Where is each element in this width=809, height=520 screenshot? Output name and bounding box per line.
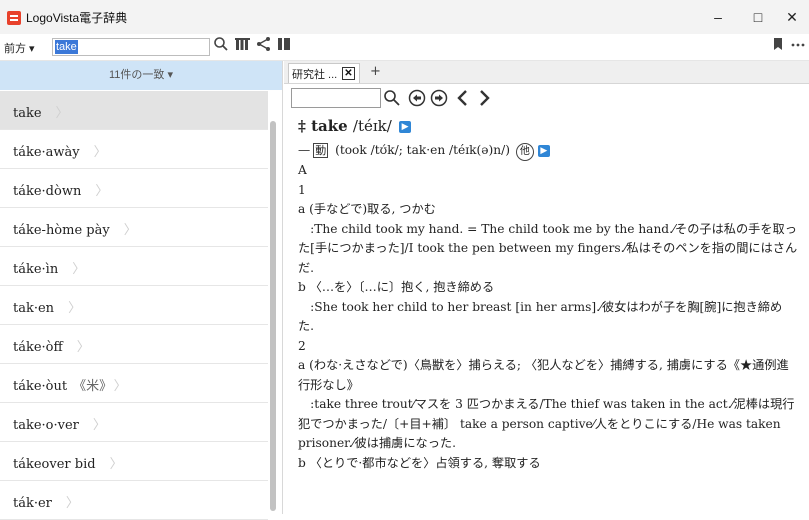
- list-item-text: ták·er: [13, 496, 52, 511]
- headword-line: ‡ take /téɪk/ ▶: [298, 115, 798, 137]
- headword-mark: ‡: [298, 117, 306, 135]
- list-item[interactable]: táke-hòme pày 〉: [0, 208, 268, 247]
- list-item-text: take: [13, 106, 42, 121]
- pronunciation: /téɪk/: [352, 117, 392, 135]
- headword: take: [311, 117, 348, 135]
- list-item-text: táke·ìn: [13, 262, 59, 277]
- bookmark-icon[interactable]: [772, 36, 784, 58]
- chevron-right-icon: 〉: [113, 379, 127, 394]
- entry-line: a (手などで)取る, つかむ: [298, 202, 436, 216]
- entry-line: 1: [298, 182, 306, 197]
- chevron-right-icon: 〉: [55, 106, 69, 121]
- title-bar: LogoVista電子辞典 – □ ✕: [0, 0, 809, 34]
- list-item-text: táke-hòme pày: [13, 223, 110, 238]
- toolbar: 前方 ▾ take: [0, 34, 809, 61]
- entry-line: a (わな·えさなどで)〈鳥獣を〉捕らえる; 〈犯人などを〉捕縛する, 捕虜にす…: [298, 358, 789, 392]
- match-count-dropdown[interactable]: 11件の一致 ▾: [0, 61, 282, 90]
- close-button[interactable]: ✕: [777, 6, 807, 28]
- entry-search-input[interactable]: [291, 88, 381, 108]
- search-icon[interactable]: [213, 36, 229, 58]
- chevron-right-icon: 〉: [93, 145, 107, 160]
- entry-line: 2: [298, 338, 306, 353]
- list-item-label: take 〉: [13, 102, 69, 121]
- entry-line: b 〈…を〉〔…に〕抱く, 抱き締める: [298, 280, 495, 294]
- list-item-label: táke·awày 〉: [13, 141, 107, 160]
- list-item-text: táke·òut: [13, 379, 68, 394]
- entry-line: :The child took my hand. = The child too…: [298, 221, 798, 275]
- list-item-text: tak·en: [13, 301, 55, 316]
- prev-icon[interactable]: [455, 85, 471, 109]
- list-item[interactable]: táke·ìn 〉: [0, 247, 268, 286]
- list-item-label: ták·er 〉: [13, 492, 79, 511]
- results-scrollbar[interactable]: [270, 121, 276, 511]
- pos-line: — 動 (took /tʊ́k/; tak·en /téɪk(ə)n/) 他 ▶: [298, 141, 798, 161]
- list-item[interactable]: take 〉: [0, 91, 268, 130]
- list-item-label: táke·dòwn 〉: [13, 180, 108, 199]
- chevron-right-icon: 〉: [109, 457, 123, 472]
- tab-label: 研究社 ...: [292, 69, 338, 81]
- list-item-text: táke·dòwn: [13, 184, 82, 199]
- list-item-label: tákeover bid 〉: [13, 453, 123, 472]
- chevron-right-icon: 〉: [95, 184, 109, 199]
- list-item-label: táke·òut 《米》〉: [13, 375, 127, 394]
- list-item-label: táke·òff 〉: [13, 336, 90, 355]
- chevron-right-icon: 〉: [123, 223, 137, 238]
- entry-search-icon[interactable]: [383, 85, 401, 109]
- more-icon[interactable]: [790, 36, 806, 58]
- list-item[interactable]: táke·awày 〉: [0, 130, 268, 169]
- list-item-label: tak·en 〉: [13, 297, 81, 316]
- list-item[interactable]: take·o·ver 〉: [0, 403, 268, 442]
- minimize-button[interactable]: –: [703, 6, 733, 28]
- entry-line: b 〈とりで·都市などを〉占領する, 奪取する: [298, 455, 541, 470]
- list-item-suffix: 《米》: [73, 379, 106, 394]
- pos-prefix: —: [298, 143, 311, 157]
- transitive-label: 他: [515, 143, 534, 161]
- list-item-text: take·o·ver: [13, 418, 79, 433]
- app-icon: [7, 11, 21, 25]
- results-panel: 11件の一致 ▾ take 〉 táke·awày 〉 táke·dòwn 〉 táke-h…: [0, 61, 283, 520]
- search-input-value: take: [55, 40, 78, 54]
- search-input[interactable]: take: [52, 38, 210, 56]
- list-item[interactable]: táke·òut 《米》〉: [0, 364, 268, 403]
- panel-icon[interactable]: [277, 36, 291, 58]
- list-item-label: take·o·ver 〉: [13, 414, 106, 433]
- list-item-text: táke·awày: [13, 145, 80, 160]
- tab-kenkyusha[interactable]: 研究社 ... ✕: [288, 63, 360, 83]
- chevron-right-icon: 〉: [65, 496, 79, 511]
- forms-audio-icon[interactable]: ▶: [537, 144, 550, 157]
- tab-bar: 研究社 ... ✕ +: [284, 61, 809, 84]
- chevron-right-icon: 〉: [92, 418, 106, 433]
- pos-label: 動: [313, 143, 329, 158]
- list-item[interactable]: táke·dòwn 〉: [0, 169, 268, 208]
- search-mode-dropdown[interactable]: 前方 ▾: [4, 40, 35, 56]
- audio-play-icon[interactable]: ▶: [399, 121, 412, 133]
- next-icon[interactable]: [476, 85, 492, 109]
- chevron-right-icon: 〉: [76, 340, 90, 355]
- bookshelf-icon[interactable]: [235, 36, 251, 58]
- add-tab-button[interactable]: +: [370, 64, 381, 79]
- entry-content: ‡ take /téɪk/ ▶ — 動 (took /tʊ́k/; tak·en …: [298, 115, 798, 473]
- entry-line: :take three trout⁄マスを 3 匹つかまえる/The thief…: [298, 397, 795, 450]
- history-forward-icon[interactable]: [430, 85, 448, 109]
- chevron-right-icon: 〉: [72, 262, 86, 277]
- chevron-right-icon: 〉: [68, 301, 82, 316]
- maximize-button[interactable]: □: [743, 6, 773, 28]
- share-icon[interactable]: [256, 36, 272, 58]
- list-item[interactable]: tak·en 〉: [0, 286, 268, 325]
- list-item-text: tákeover bid: [13, 457, 96, 472]
- window-title: LogoVista電子辞典: [26, 11, 128, 25]
- history-back-icon[interactable]: [408, 85, 426, 109]
- list-item-label: táke-hòme pày 〉: [13, 219, 137, 238]
- entry-line: A: [298, 163, 307, 177]
- inflected-forms: (took /tʊ́k/; tak·en /téɪk(ə)n/): [335, 143, 510, 157]
- entry-line: :She took her child to her breast [in he…: [298, 299, 783, 334]
- close-tab-icon[interactable]: ✕: [342, 67, 355, 80]
- entry-panel: 研究社 ... ✕ + ‡ take /téɪk/ ▶ — 動 (took /tʊ…: [284, 61, 809, 514]
- list-item[interactable]: tákeover bid 〉: [0, 442, 268, 481]
- list-item-label: táke·ìn 〉: [13, 258, 85, 277]
- list-item-text: táke·òff: [13, 340, 63, 355]
- list-item[interactable]: ták·er 〉: [0, 481, 268, 520]
- list-item[interactable]: táke·òff 〉: [0, 325, 268, 364]
